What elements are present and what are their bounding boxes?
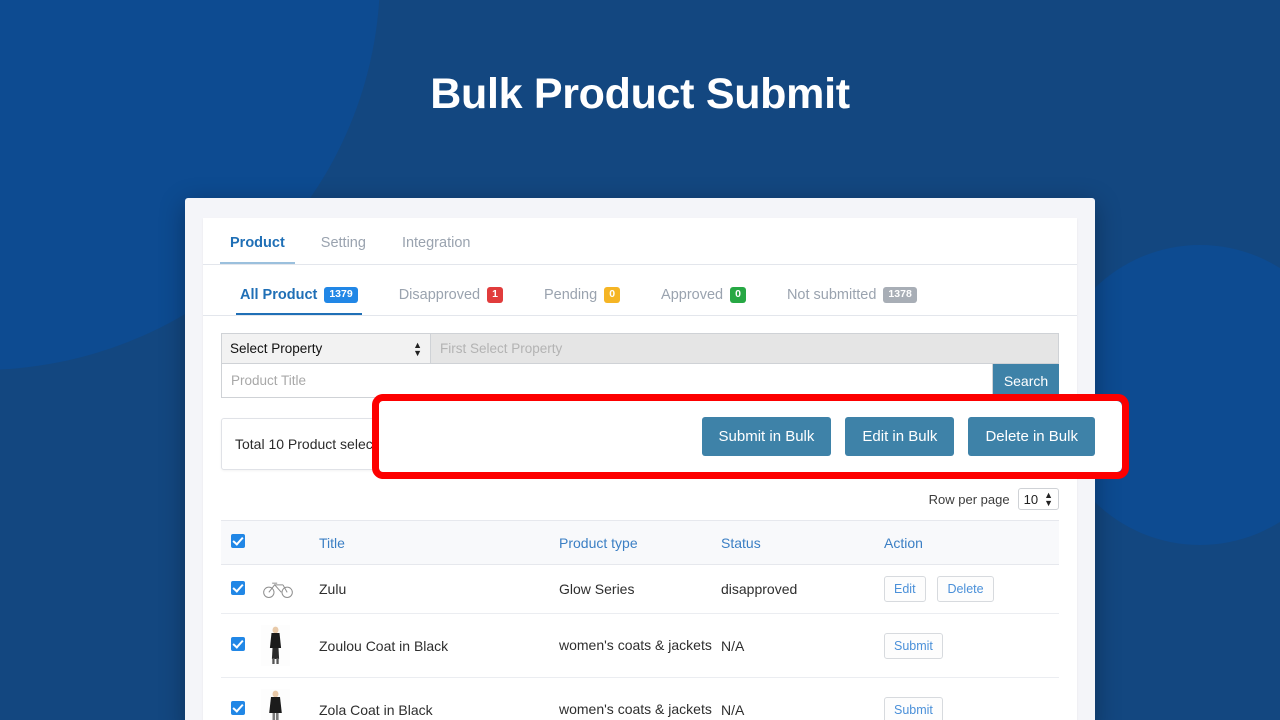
search-row-property: Select Property ▲▼ First Select Property	[221, 333, 1059, 364]
status-badge-count: 1379	[324, 287, 357, 302]
row-checkbox[interactable]	[231, 637, 245, 651]
delete-in-bulk-button-highlighted[interactable]: Delete in Bulk	[968, 417, 1095, 456]
status-tab-pending[interactable]: Pending 0	[540, 287, 624, 315]
status-tab-label: Pending	[544, 287, 597, 303]
status-tab-disapproved[interactable]: Disapproved 1	[395, 287, 507, 315]
header-title[interactable]: Title	[319, 521, 559, 565]
row-product-type: women's coats & jackets	[559, 678, 721, 720]
search-row-title: Product Title Search	[221, 364, 1059, 398]
table-row: Zoulou Coat in Black women's coats & jac…	[221, 614, 1059, 678]
edit-button[interactable]: Edit	[884, 576, 926, 602]
status-tab-label: Disapproved	[399, 287, 480, 303]
header-select-all	[221, 521, 261, 565]
chevron-updown-icon: ▲▼	[413, 341, 422, 357]
product-thumbnail-icon	[261, 625, 290, 666]
submit-in-bulk-button-highlighted[interactable]: Submit in Bulk	[702, 417, 832, 456]
property-select[interactable]: Select Property ▲▼	[221, 333, 431, 364]
tab-product[interactable]: Product	[220, 235, 295, 264]
status-badge-count: 1378	[883, 287, 916, 302]
table-row: Zola Coat in Black women's coats & jacke…	[221, 678, 1059, 720]
primary-tabbar: Product Setting Integration	[203, 218, 1077, 265]
header-image	[261, 521, 319, 565]
row-title: Zola Coat in Black	[319, 678, 559, 720]
status-tab-all-product[interactable]: All Product 1379	[236, 287, 362, 315]
product-title-placeholder: Product Title	[231, 373, 306, 388]
row-actions: Edit Delete	[884, 565, 1059, 614]
highlighted-bulk-buttons: Submit in Bulk Edit in Bulk Delete in Bu…	[379, 401, 1122, 472]
header-product-type[interactable]: Product type	[559, 521, 721, 565]
row-title: Zoulou Coat in Black	[319, 614, 559, 678]
property-value-input[interactable]: First Select Property	[431, 333, 1059, 364]
search-area: Select Property ▲▼ First Select Property…	[203, 316, 1077, 398]
row-per-page-label: Row per page	[929, 492, 1010, 507]
row-checkbox[interactable]	[231, 581, 245, 595]
row-select-cell	[221, 614, 261, 678]
row-actions: Submit	[884, 678, 1059, 720]
search-button[interactable]: Search	[993, 364, 1059, 398]
row-image-cell	[261, 678, 319, 720]
row-checkbox[interactable]	[231, 701, 245, 715]
row-select-cell	[221, 565, 261, 614]
row-status: disapproved	[721, 565, 884, 614]
status-badge-count: 0	[604, 287, 620, 302]
header-status[interactable]: Status	[721, 521, 884, 565]
row-per-page-value: 10	[1024, 492, 1038, 507]
row-per-page-select[interactable]: 10 ▲▼	[1018, 488, 1059, 510]
header-action: Action	[884, 521, 1059, 565]
status-badge-count: 1	[487, 287, 503, 302]
row-title: Zulu	[319, 565, 559, 614]
status-tab-label: Not submitted	[787, 287, 876, 303]
row-actions: Submit	[884, 614, 1059, 678]
status-tab-label: Approved	[661, 287, 723, 303]
select-all-checkbox[interactable]	[231, 534, 245, 548]
delete-button[interactable]: Delete	[937, 576, 993, 602]
status-tabbar: All Product 1379 Disapproved 1 Pending 0…	[203, 265, 1077, 316]
row-status: N/A	[721, 678, 884, 720]
page-title: Bulk Product Submit	[0, 70, 1280, 119]
edit-in-bulk-button-highlighted[interactable]: Edit in Bulk	[845, 417, 954, 456]
product-thumbnail-icon	[261, 689, 290, 720]
status-badge-count: 0	[730, 287, 746, 302]
row-select-cell	[221, 678, 261, 720]
status-tab-label: All Product	[240, 287, 317, 303]
product-title-input[interactable]: Product Title	[221, 364, 993, 398]
chevron-updown-icon: ▲▼	[1044, 491, 1053, 507]
table-header-row: Title Product type Status Action	[221, 521, 1059, 565]
submit-button[interactable]: Submit	[884, 633, 943, 659]
status-tab-not-submitted[interactable]: Not submitted 1378	[783, 287, 921, 315]
row-per-page-control: Row per page 10 ▲▼	[203, 470, 1077, 520]
property-value-placeholder: First Select Property	[440, 341, 562, 356]
submit-button[interactable]: Submit	[884, 697, 943, 720]
row-product-type: women's coats & jackets	[559, 614, 721, 678]
table-row: Zulu Glow Series disapproved Edit Delete	[221, 565, 1059, 614]
product-table: Title Product type Status Action	[221, 520, 1059, 720]
property-select-value: Select Property	[230, 341, 322, 356]
row-image-cell	[261, 565, 319, 614]
tab-integration[interactable]: Integration	[392, 235, 481, 264]
table-body: Zulu Glow Series disapproved Edit Delete	[221, 565, 1059, 720]
row-image-cell	[261, 614, 319, 678]
table-header: Title Product type Status Action	[221, 521, 1059, 565]
tab-setting[interactable]: Setting	[311, 235, 376, 264]
row-status: N/A	[721, 614, 884, 678]
row-product-type: Glow Series	[559, 565, 721, 614]
bicycle-icon	[261, 579, 295, 599]
status-tab-approved[interactable]: Approved 0	[657, 287, 750, 315]
